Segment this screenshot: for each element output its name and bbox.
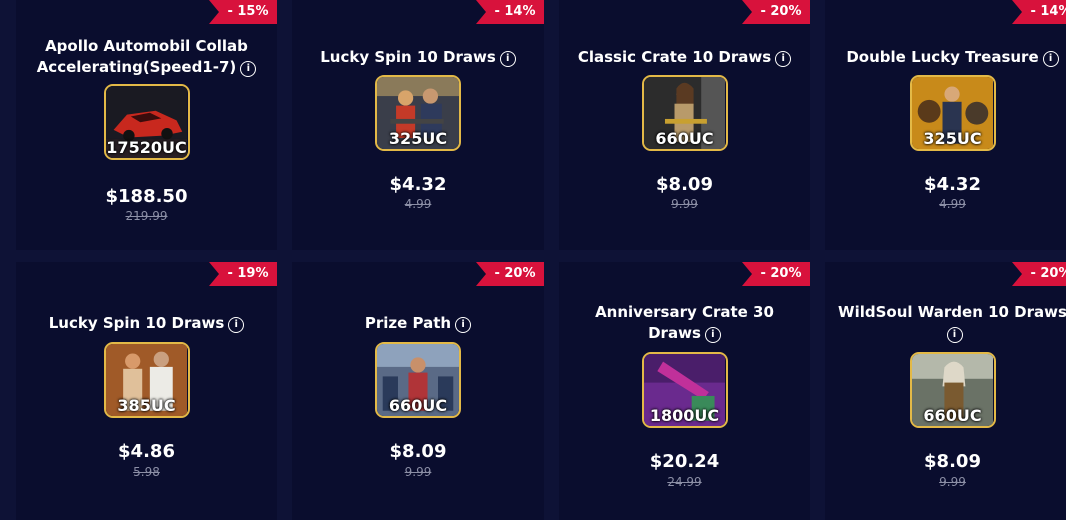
discount-badge: - 20% xyxy=(476,262,544,286)
product-title: Anniversary Crate 30 Draws i xyxy=(569,302,800,344)
discount-badge: - 20% xyxy=(742,262,810,286)
sale-price: $20.24 xyxy=(649,451,720,472)
sale-price: $4.32 xyxy=(924,174,981,195)
product-image[interactable]: 1800UC xyxy=(641,352,728,428)
sale-price: $8.09 xyxy=(656,174,713,195)
info-icon[interactable]: i xyxy=(228,317,245,333)
product-card[interactable]: - 20% WildSoul Warden 10 Draws i 660UC $8… xyxy=(825,262,1066,520)
product-title-text: Anniversary Crate 30 Draws xyxy=(595,303,774,342)
product-title-text: WildSoul Warden 10 Draws xyxy=(838,303,1066,321)
sale-price: $8.09 xyxy=(924,451,981,472)
product-card[interactable]: - 20% Classic Crate 10 Draws i 660UC $8.0… xyxy=(559,0,810,250)
sale-price: $8.09 xyxy=(389,441,447,462)
original-price: 9.99 xyxy=(671,197,698,211)
info-icon[interactable]: i xyxy=(704,327,721,343)
product-card[interactable]: - 14% Double Lucky Treasurei 325UC $4.32… xyxy=(825,0,1066,250)
discount-badge: - 15% xyxy=(209,0,277,24)
original-price: 5.98 xyxy=(133,465,160,479)
product-image[interactable]: 17520UC xyxy=(103,84,190,160)
uc-amount: 17520UC xyxy=(106,138,187,157)
uc-amount: 660UC xyxy=(655,129,714,148)
original-price: 24.99 xyxy=(667,475,702,489)
product-image[interactable]: 660UC xyxy=(641,75,728,151)
product-title-text: Lucky Spin 10 Draws xyxy=(48,314,225,332)
original-price: 4.99 xyxy=(939,197,966,211)
product-image[interactable]: 325UC xyxy=(909,75,996,151)
product-title: Double Lucky Treasure i xyxy=(835,47,1066,68)
discount-badge: - 14% xyxy=(476,0,544,24)
product-card[interactable]: - 15% Apollo Automobil Collab Accelerati… xyxy=(16,0,277,250)
discount-badge: - 19% xyxy=(209,262,277,286)
info-icon[interactable]: i xyxy=(1042,51,1059,67)
product-grid: - 15% Apollo Automobil Collab Accelerati… xyxy=(0,0,1066,520)
product-card[interactable]: - 20% Anniversary Crate 30 Draws i 1800UC… xyxy=(559,262,810,520)
info-icon[interactable]: i xyxy=(775,51,792,67)
product-title: Classic Crate 10 Draws i xyxy=(569,47,800,68)
discount-badge: - 20% xyxy=(1012,262,1066,286)
product-title: WildSoul Warden 10 Draws i xyxy=(835,302,1066,344)
product-title-text: Classic Crate 10 Draws xyxy=(577,48,772,66)
uc-amount: 660UC xyxy=(388,396,448,415)
product-card[interactable]: - 20% Prize Path i 660UC $8.09 9.99 xyxy=(292,262,544,520)
sale-price: $188.50 xyxy=(105,186,188,207)
info-icon[interactable]: i xyxy=(240,61,257,77)
original-price: 9.99 xyxy=(404,465,432,479)
info-icon[interactable]: i xyxy=(946,327,963,343)
original-price: 219.99 xyxy=(125,209,168,223)
product-title-text: Double Lucky Treasure xyxy=(846,48,1039,66)
sale-price: $4.32 xyxy=(389,174,447,195)
product-image[interactable]: 660UC xyxy=(909,352,996,428)
product-title: Prize Path i xyxy=(302,313,534,334)
product-card[interactable]: - 14% Lucky Spin 10 Draws i 325UC $4.32 4… xyxy=(292,0,544,250)
product-image[interactable]: 325UC xyxy=(375,75,461,151)
product-title: Lucky Spin 10 Draws i xyxy=(302,47,534,68)
uc-amount: 385UC xyxy=(117,396,176,415)
uc-amount: 660UC xyxy=(923,406,982,425)
original-price: 4.99 xyxy=(404,197,432,211)
discount-badge: - 14% xyxy=(1012,0,1066,24)
product-image[interactable]: 660UC xyxy=(375,342,461,418)
info-icon[interactable]: i xyxy=(455,317,472,333)
info-icon[interactable]: i xyxy=(499,51,516,67)
product-card[interactable]: - 19% Lucky Spin 10 Draws i 385UC $4.86 5… xyxy=(16,262,277,520)
product-title: Apollo Automobil Collab Accelerating(Spe… xyxy=(26,36,267,78)
uc-amount: 325UC xyxy=(923,129,982,148)
product-title-text: Prize Path xyxy=(364,314,452,332)
discount-badge: - 20% xyxy=(742,0,810,24)
product-title-text: Apollo Automobil Collab Accelerating(Spe… xyxy=(36,37,248,76)
product-title-text: Lucky Spin 10 Draws xyxy=(320,48,496,66)
uc-amount: 1800UC xyxy=(649,406,720,425)
sale-price: $4.86 xyxy=(118,441,175,462)
product-title: Lucky Spin 10 Draws i xyxy=(26,313,267,334)
product-image[interactable]: 385UC xyxy=(103,342,190,418)
uc-amount: 325UC xyxy=(388,129,448,148)
original-price: 9.99 xyxy=(939,475,966,489)
